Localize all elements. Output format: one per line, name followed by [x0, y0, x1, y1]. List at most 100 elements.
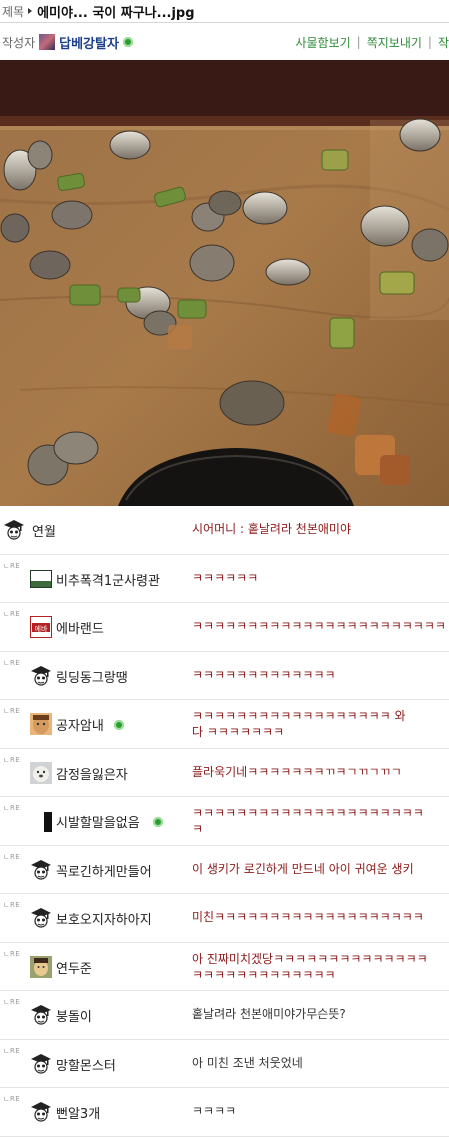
reply-tag: ㄴRE — [3, 561, 21, 570]
comment-text: 아 미친 조낸 처웃었네 — [192, 1055, 449, 1071]
comment-line: 아 진짜미치겠당ㅋㅋㅋㅋㅋㅋㅋㅋㅋㅋㅋㅋㅋㅋ — [192, 951, 428, 966]
comment-line: ㅋㅋㅋㅋㅋㅋㅋㅋㅋㅋㅋㅋㅋㅋㅋㅋㅋㅋㅋㅋㅋㅋㅋ — [192, 619, 446, 633]
reply-tag: ㄴRE — [3, 901, 21, 909]
author-label: 작성자 — [2, 35, 36, 50]
clams-on-table-image — [0, 60, 449, 506]
graduate-icon — [30, 665, 52, 687]
comment-text: ㅋㅋㅋㅋㅋㅋㅋㅋㅋㅋㅋㅋㅋㅋㅋㅋㅋㅋ 와다 ㅋㅋㅋㅋㅋㅋㅋ — [192, 708, 449, 740]
graduate-icon — [30, 859, 52, 881]
face-icon — [30, 713, 52, 735]
reply-tag: ㄴRE — [3, 707, 21, 715]
dog-icon — [30, 761, 52, 784]
comment-text: ㅋㅋㅋㅋㅋㅋㅋㅋㅋㅋㅋㅋㅋㅋㅋㅋㅋㅋㅋㅋㅋㅋㅋ — [192, 618, 449, 634]
svg-text:에바: 에바 — [35, 624, 48, 633]
comment-text: 플라욱기네ㅋㅋㅋㅋㅋㅋㅋㄲㅋㄱㄲㄱㄲㄱ — [192, 764, 449, 780]
comment-text: 이 생키가 로긴하게 만드네 아이 귀여운 생키 — [192, 861, 449, 877]
divider: | — [356, 35, 361, 49]
landscape-icon — [30, 568, 52, 590]
online-status-icon — [122, 37, 133, 47]
comment-text: ㅋㅋㅋㅋㅋㅋㅋㅋㅋㅋㅋㅋㅋ — [192, 667, 449, 683]
commenter-name[interactable]: 연월 — [32, 521, 56, 540]
comment-row: 연월 시어머니 : 홑날려라 천본애미야 — [0, 506, 449, 555]
reply-tag: ㄴRE — [3, 755, 21, 764]
eva-badge-icon: 에바 — [29, 615, 53, 639]
commenter-name[interactable]: 비추폭격1군사령관 — [56, 570, 160, 589]
comment-line: ㅋ — [192, 822, 204, 836]
comment-row: ㄴRE 시발할말을없음 ㅋㅋㅋㅋㅋㅋㅋㅋㅋㅋㅋㅋㅋㅋㅋㅋㅋㅋㅋㅋㅋㅋ — [0, 797, 449, 846]
commenter-name[interactable]: 공자암내 — [56, 715, 104, 734]
commenter-name[interactable]: 망할몬스터 — [56, 1055, 116, 1074]
comment-row: ㄴRE 붕돌이 홑날려라 천본애미야가무슨뜻? — [0, 991, 449, 1040]
comment-line: 아 미친 조낸 처웃었네 — [192, 1055, 303, 1070]
author-row: 작성자 답베강탈자 사물함보기 | 쪽지보내기 | 작 — [0, 23, 449, 62]
comment-text: 시어머니 : 홑날려라 천본애미야 — [192, 521, 449, 537]
arrow-right-icon — [28, 8, 33, 14]
graduate-icon — [30, 907, 52, 929]
comment-list: 연월 시어머니 : 홑날려라 천본애미야 ㄴRE 비추폭격1군사령관 ㅋㅋㅋㅋㅋㅋ ㄴRE… — [0, 506, 449, 1137]
comment-row: ㄴRE 뻔알3개 ㅋㅋㅋㅋ — [0, 1088, 449, 1137]
comment-row: ㄴRE 링딩동그랑땡 ㅋㅋㅋㅋㅋㅋㅋㅋㅋㅋㅋㅋㅋ — [0, 652, 449, 700]
comment-row: ㄴRE 에바 에바랜드 ㅋㅋㅋㅋㅋㅋㅋㅋㅋㅋㅋㅋㅋㅋㅋㅋㅋㅋㅋㅋㅋㅋㅋ — [0, 603, 449, 652]
send-message-link[interactable]: 쪽지보내기 — [367, 34, 422, 51]
comment-line: 플라욱기네ㅋㅋㅋㅋㅋㅋㅋㄲㅋㄱㄲㄱㄲㄱ — [192, 764, 402, 779]
view-locker-link[interactable]: 사물함보기 — [295, 34, 350, 51]
commenter-name[interactable]: 링딩동그랑땡 — [56, 667, 128, 686]
divider: | — [427, 35, 432, 49]
online-status-icon — [114, 720, 124, 730]
comment-row: ㄴRE 꼭로긴하게만들어 이 생키가 로긴하게 만드네 아이 귀여운 생키 — [0, 846, 449, 894]
comment-row: ㄴRE 보호오지자하아지 미친ㅋㅋㅋㅋㅋㅋㅋㅋㅋㅋㅋㅋㅋㅋㅋㅋㅋㅋㅋ — [0, 894, 449, 943]
graduate-icon — [30, 1004, 52, 1026]
comment-text: 아 진짜미치겠당ㅋㅋㅋㅋㅋㅋㅋㅋㅋㅋㅋㅋㅋㅋ ㅋㅋㅋㅋㅋㅋㅋㅋㅋㅋㅋㅋㅋ — [192, 951, 449, 983]
comment-text: 미친ㅋㅋㅋㅋㅋㅋㅋㅋㅋㅋㅋㅋㅋㅋㅋㅋㅋㅋㅋ — [192, 909, 449, 925]
comment-row: ㄴRE 연두준 아 진짜미치겠당ㅋㅋㅋㅋㅋㅋㅋㅋㅋㅋㅋㅋㅋㅋ ㅋㅋㅋㅋㅋㅋㅋㅋㅋㅋㅋㅋ… — [0, 943, 449, 991]
comment-text: ㅋㅋㅋㅋㅋㅋㅋㅋㅋㅋㅋㅋㅋㅋㅋㅋㅋㅋㅋㅋㅋㅋ — [192, 805, 449, 837]
comment-line: 이 생키가 로긴하게 만드네 아이 귀여운 생키 — [192, 861, 414, 876]
comment-row: ㄴRE 비추폭격1군사령관 ㅋㅋㅋㅋㅋㅋ — [0, 555, 449, 603]
comment-line: 시어머니 : 홑날려라 천본애미야 — [192, 522, 352, 536]
commenter-name[interactable]: 시발할말을없음 — [56, 812, 140, 831]
author-link-truncated[interactable]: 작 — [438, 34, 449, 51]
comment-line: ㅋㅋㅋㅋㅋㅋㅋㅋㅋㅋㅋㅋㅋ — [192, 967, 336, 982]
post-title: 에미야... 국이 짜구나...jpg — [37, 5, 195, 21]
reply-tag: ㄴRE — [3, 610, 21, 618]
reply-tag: ㄴRE — [3, 949, 21, 958]
online-status-icon — [153, 817, 163, 827]
comment-text: 홑날려라 천본애미야가무슨뜻? — [192, 1006, 449, 1022]
commenter-name[interactable]: 붕돌이 — [56, 1006, 92, 1025]
author-avatar — [39, 34, 56, 50]
comment-row: ㄴRE 감정을잃은자 플라욱기네ㅋㅋㅋㅋㅋㅋㅋㄲㅋㄱㄲㄱㄲㄱ — [0, 749, 449, 797]
title-label: 제목 — [2, 4, 25, 19]
reply-tag: ㄴRE — [3, 998, 21, 1006]
author-name[interactable]: 답베강탈자 — [59, 33, 119, 52]
graduate-icon — [3, 519, 25, 541]
post-photo — [0, 60, 449, 506]
comment-line: 다 ㅋㅋㅋㅋㅋㅋㅋ — [192, 725, 285, 739]
reply-tag: ㄴRE — [3, 658, 21, 667]
reply-tag: ㄴRE — [3, 1095, 21, 1103]
commenter-name[interactable]: 감정을잃은자 — [56, 764, 128, 783]
comment-row: ㄴRE 망할몬스터 아 미친 조낸 처웃었네 — [0, 1040, 449, 1088]
reply-tag: ㄴRE — [3, 804, 21, 812]
commenter-name[interactable]: 연두준 — [56, 958, 92, 977]
comment-row: ㄴRE 공자암내 ㅋㅋㅋㅋㅋㅋㅋㅋㅋㅋㅋㅋㅋㅋㅋㅋㅋㅋ 와다 ㅋㅋㅋㅋㅋㅋㅋ — [0, 700, 449, 749]
man-icon — [30, 955, 52, 978]
comment-line: ㅋㅋㅋㅋㅋㅋㅋㅋㅋㅋㅋㅋㅋㅋㅋㅋㅋㅋ 와 — [192, 709, 406, 723]
post-title-row: 제목 에미야... 국이 짜구나...jpg — [0, 0, 449, 23]
comment-line: ㅋㅋㅋㅋㅋㅋㅋㅋㅋㅋㅋㅋㅋㅋㅋㅋㅋㅋㅋㅋㅋ — [192, 806, 424, 820]
commenter-name[interactable]: 에바랜드 — [56, 618, 104, 637]
comment-text: ㅋㅋㅋㅋ — [192, 1103, 449, 1119]
silhouette-icon — [30, 810, 52, 832]
comment-line: ㅋㅋㅋㅋ — [192, 1104, 237, 1118]
commenter-name[interactable]: 뻔알3개 — [56, 1103, 100, 1122]
commenter-name[interactable]: 보호오지자하아지 — [56, 909, 152, 928]
reply-tag: ㄴRE — [3, 1046, 21, 1055]
comment-line: 미친ㅋㅋㅋㅋㅋㅋㅋㅋㅋㅋㅋㅋㅋㅋㅋㅋㅋㅋㅋ — [192, 910, 424, 924]
commenter-name[interactable]: 꼭로긴하게만들어 — [56, 861, 152, 880]
graduate-icon — [30, 1053, 52, 1075]
comment-text: ㅋㅋㅋㅋㅋㅋ — [192, 570, 449, 586]
comment-line: ㅋㅋㅋㅋㅋㅋ — [192, 570, 259, 585]
graduate-icon — [30, 1101, 52, 1123]
comment-line: 홑날려라 천본애미야가무슨뜻? — [192, 1007, 346, 1021]
author-links: 사물함보기 | 쪽지보내기 | 작 — [295, 34, 449, 51]
comment-line: ㅋㅋㅋㅋㅋㅋㅋㅋㅋㅋㅋㅋㅋ — [192, 667, 336, 682]
